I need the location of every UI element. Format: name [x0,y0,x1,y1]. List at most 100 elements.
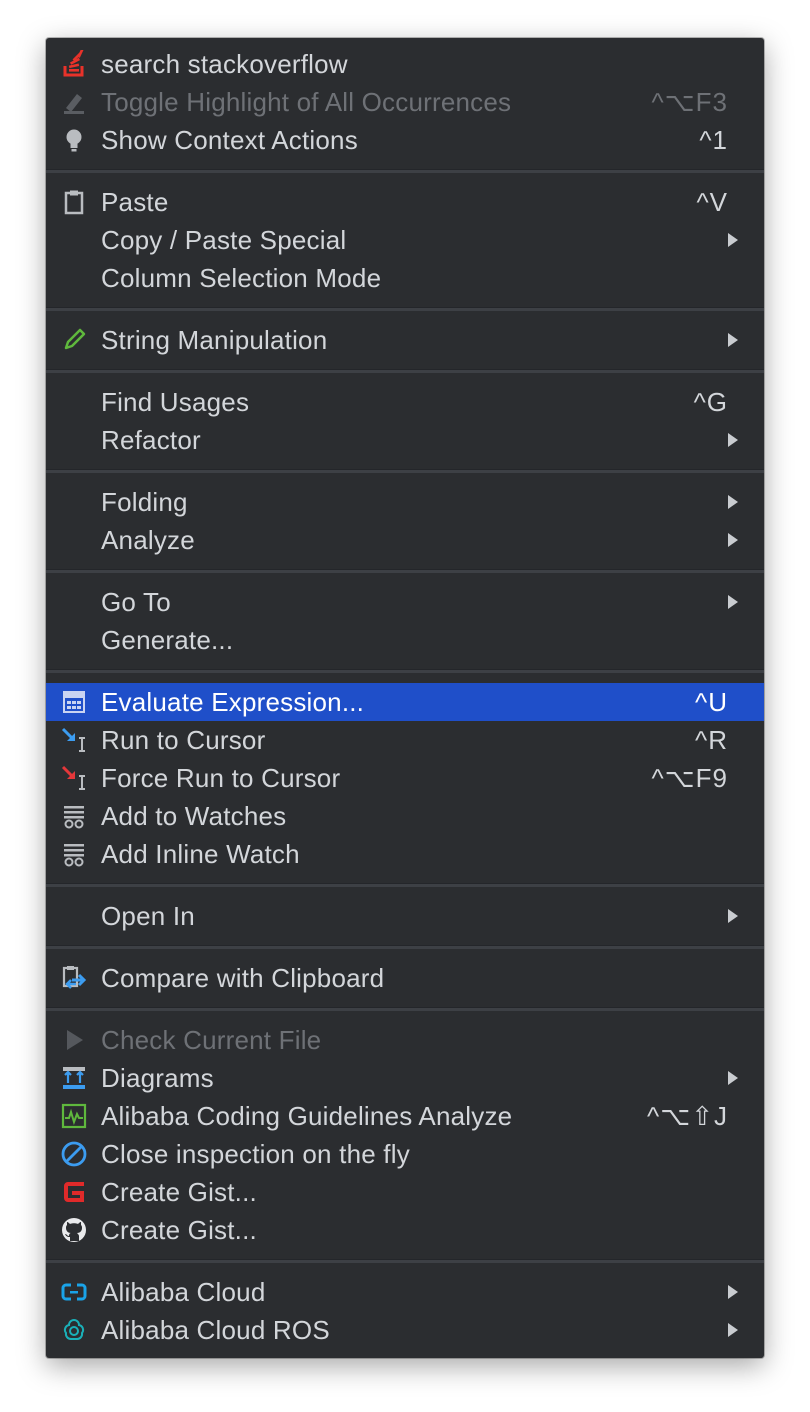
analyze-chart-icon [61,1103,87,1129]
menu-item-folding[interactable]: Folding [46,483,764,521]
menu-item-label: String Manipulation [101,325,328,355]
menu-item-label: Check Current File [101,1025,322,1055]
menu-item-shortcut: ^⌥F3 [651,87,728,117]
menu-separator [46,569,764,573]
compare-clipboard-icon [62,966,87,989]
menu-item-label: Refactor [101,425,201,455]
menu-item-go-to[interactable]: Go To [46,583,764,621]
menu-item-analyze[interactable]: Analyze [46,521,764,559]
menu-separator [46,169,764,173]
menu-separator [46,307,764,311]
menu-item-label: Force Run to Cursor [101,763,341,793]
menu-item-run-to-cursor[interactable]: Run to Cursor ^R [46,721,764,759]
menu-item-label: Create Gist... [101,1177,257,1207]
submenu-arrow-icon [728,333,738,347]
menu-separator [46,945,764,949]
menu-item-copy-paste-special[interactable]: Copy / Paste Special [46,221,764,259]
menu-item-label: Analyze [101,525,195,555]
menu-item-label: Paste [101,187,169,217]
prohibited-icon [61,1141,87,1167]
submenu-arrow-icon [728,433,738,447]
menu-item-label: Create Gist... [101,1215,257,1245]
menu-item-find-usages[interactable]: Find Usages ^G [46,383,764,421]
menu-item-label: Add to Watches [101,801,287,831]
clipboard-icon [64,190,84,215]
menu-item-toggle-highlight[interactable]: Toggle Highlight of All Occurrences ^⌥F3 [46,83,764,121]
menu-item-refactor[interactable]: Refactor [46,421,764,459]
menu-item-label: Diagrams [101,1063,214,1093]
highlighter-icon [64,94,84,114]
menu-item-alibaba-cloud-ros[interactable]: Alibaba Cloud ROS [46,1311,764,1349]
inline-watch-icon [64,844,84,867]
submenu-arrow-icon [728,495,738,509]
menu-separator [46,669,764,673]
menu-item-shortcut: ^G [693,387,728,417]
menu-item-evaluate-expression[interactable]: Evaluate Expression... ^U [46,683,764,721]
menu-item-label: Generate... [101,625,234,655]
menu-item-label: Copy / Paste Special [101,225,347,255]
menu-item-add-to-watches[interactable]: Add to Watches [46,797,764,835]
stackoverflow-icon [63,50,84,77]
menu-item-label: Column Selection Mode [101,263,382,293]
menu-item-create-gist-gitee[interactable]: Create Gist... [46,1173,764,1211]
calculator-icon [63,691,85,713]
menu-item-label: Open In [101,901,195,931]
menu-item-label: Show Context Actions [101,125,358,155]
menu-item-shortcut: ^U [695,687,728,717]
menu-item-label: Evaluate Expression... [101,687,365,717]
menu-separator [46,1259,764,1263]
menu-item-label: search stackoverflow [101,49,348,79]
alibaba-cloud-ros-icon [63,1318,85,1340]
menu-item-close-inspection[interactable]: Close inspection on the fly [46,1135,764,1173]
menu-item-force-run-to-cursor[interactable]: Force Run to Cursor ^⌥F9 [46,759,764,797]
menu-item-shortcut: ^⌥⇧J [647,1101,728,1131]
force-run-to-cursor-icon [61,765,85,790]
menu-item-label: Alibaba Cloud [101,1277,266,1307]
menu-item-alibaba-cloud[interactable]: Alibaba Cloud [46,1273,764,1311]
gitee-icon [64,1182,84,1202]
submenu-arrow-icon [728,1071,738,1085]
menu-item-open-in[interactable]: Open In [46,897,764,935]
menu-item-paste[interactable]: Paste ^V [46,183,764,221]
submenu-arrow-icon [728,233,738,247]
menu-item-label: Compare with Clipboard [101,963,385,993]
menu-item-add-inline-watch[interactable]: Add Inline Watch [46,835,764,873]
menu-item-column-selection-mode[interactable]: Column Selection Mode [46,259,764,297]
menu-item-shortcut: ^⌥F9 [651,763,728,793]
submenu-arrow-icon [728,595,738,609]
menu-item-compare-with-clipboard[interactable]: Compare with Clipboard [46,959,764,997]
menu-separator [46,1007,764,1011]
menu-item-string-manipulation[interactable]: String Manipulation [46,321,764,359]
menu-item-label: Add Inline Watch [101,839,300,869]
submenu-arrow-icon [728,1285,738,1299]
submenu-arrow-icon [728,1323,738,1337]
play-icon [67,1030,83,1050]
menu-item-show-context-actions[interactable]: Show Context Actions ^1 [46,121,764,159]
menu-item-label: Alibaba Coding Guidelines Analyze [101,1101,513,1131]
submenu-arrow-icon [728,909,738,923]
menu-item-label: Toggle Highlight of All Occurrences [101,87,512,117]
menu-item-label: Find Usages [101,387,250,417]
github-icon [62,1218,86,1242]
submenu-arrow-icon [728,533,738,547]
menu-item-diagrams[interactable]: Diagrams [46,1059,764,1097]
editor-context-menu: search stackoverflow Toggle Highlight of… [46,38,764,1358]
alibaba-cloud-icon [61,1283,87,1301]
menu-item-create-gist-github[interactable]: Create Gist... [46,1211,764,1249]
menu-item-label: Alibaba Cloud ROS [101,1315,330,1345]
menu-item-shortcut: ^V [696,187,728,217]
menu-item-generate[interactable]: Generate... [46,621,764,659]
menu-item-shortcut: ^1 [699,125,728,155]
menu-separator [46,469,764,473]
menu-item-label: Run to Cursor [101,725,266,755]
menu-item-alibaba-coding-guidelines-analyze[interactable]: Alibaba Coding Guidelines Analyze ^⌥⇧J [46,1097,764,1135]
menu-item-label: Close inspection on the fly [101,1139,410,1169]
menu-item-shortcut: ^R [695,725,728,755]
menu-item-label: Go To [101,587,171,617]
watches-icon [64,806,84,829]
pencil-icon [64,328,86,350]
menu-item-check-current-file[interactable]: Check Current File [46,1021,764,1059]
menu-item-search-stackoverflow[interactable]: search stackoverflow [46,45,764,83]
menu-item-label: Folding [101,487,188,517]
menu-separator [46,369,764,373]
